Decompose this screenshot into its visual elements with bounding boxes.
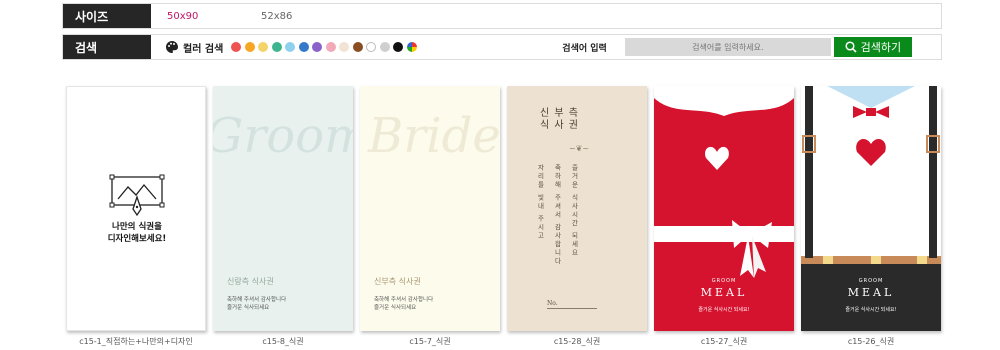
diy-line-2: 디자인해보세요!	[107, 234, 167, 244]
card-message: 즐거운 식사시간 되세요!	[698, 307, 750, 313]
diy-line-1: 나만의 식권을	[112, 222, 162, 232]
template-card-vertical[interactable]: 신 부 측 식 사 권 ~❦~ 자리를 빛내 주시고 축하해 주셔서 감사합니다…	[507, 86, 647, 331]
search-input[interactable]	[624, 38, 831, 56]
card-script-text: Groom	[213, 108, 353, 164]
card-caption[interactable]: c15-27_식권	[649, 336, 799, 347]
ornament-icon: ~❦~	[569, 144, 590, 153]
card-message-col-3: 즐거운 식사시간 되세요	[570, 164, 578, 258]
color-swatch-1[interactable]	[244, 42, 255, 52]
card-number-line: No.	[547, 300, 597, 309]
color-swatch-6[interactable]	[312, 42, 323, 52]
card-caption[interactable]: c15-1_직접하는+나만의+디자인	[61, 336, 211, 347]
color-swatch-4[interactable]	[285, 42, 296, 52]
card-message: 축하해 주셔서 감사합니다 즐거운 식사되세요	[374, 296, 433, 312]
card-message: 자리를 빛내 주시고 축하해 주셔서 감사합니다 즐거운 식사시간 되세요	[535, 164, 579, 266]
card-message-line-1: 축하해 주셔서 감사합니다	[227, 297, 287, 303]
card-message: 즐거운 식사시간 되세요!	[845, 307, 897, 313]
card-title: MEAL	[847, 286, 895, 299]
color-swatch-11[interactable]	[379, 42, 390, 52]
card-caption[interactable]: c15-28_식권	[502, 336, 652, 347]
card-message: 축하해 주셔서 감사합니다 즐거운 식사되세요	[227, 296, 286, 312]
filter-panel: 사이즈 50x90 52x86 검색 컬러 검색 검색어 입력 검색하기	[62, 3, 942, 60]
card-message-line-2: 즐거운 식사되세요	[227, 305, 270, 311]
search-button[interactable]: 검색하기	[833, 37, 912, 57]
search-filter-row: 검색 컬러 검색 검색어 입력 검색하기	[62, 34, 942, 60]
card-message-col-1: 자리를 빛내 주시고	[536, 164, 544, 241]
palette-icon	[166, 41, 178, 53]
size-option-52x86[interactable]: 52x86	[261, 11, 341, 22]
search-icon	[845, 41, 857, 53]
color-swatch-12[interactable]	[393, 42, 404, 52]
color-search-label: 컬러 검색	[183, 43, 224, 55]
card-groom-label: GROOM	[711, 278, 737, 284]
card-title-line-2: 식 사 권	[540, 120, 579, 131]
color-swatch-3[interactable]	[271, 42, 282, 52]
template-card-groom[interactable]: Groom 신랑측 식사권 축하해 주셔서 감사합니다 즐거운 식사되세요	[213, 86, 353, 331]
card-message-line-2: 즐거운 식사되세요	[374, 305, 417, 311]
card-caption[interactable]: c15-7_식권	[355, 336, 505, 347]
color-swatch-0[interactable]	[231, 42, 242, 52]
size-filter-row: 사이즈 50x90 52x86	[62, 3, 942, 29]
card-title-line-1: 신 부 측	[540, 108, 579, 119]
card-caption[interactable]: c15-8_식권	[208, 336, 358, 347]
card-title: 신랑측 식사권	[227, 277, 274, 286]
color-swatch-8[interactable]	[339, 42, 350, 52]
color-swatch-7[interactable]	[325, 42, 336, 52]
color-swatch-2[interactable]	[258, 42, 269, 52]
card-title: 신부측 식사권	[374, 277, 421, 286]
card-title: MEAL	[700, 286, 748, 299]
color-swatch-list	[231, 42, 407, 52]
size-filter-label: 사이즈	[63, 4, 151, 28]
size-option-50x90[interactable]: 50x90	[167, 11, 247, 22]
color-swatch-5[interactable]	[298, 42, 309, 52]
design-edit-icon	[109, 174, 165, 217]
card-caption[interactable]: c15-26_식권	[796, 336, 946, 347]
card-message-col-2: 축하해 주셔서 감사합니다	[553, 164, 561, 266]
search-filter-label: 검색	[63, 35, 151, 59]
card-title: 신 부 측 식 사 권	[540, 108, 579, 132]
diy-text: 나만의 식권을 디자인해보세요!	[67, 221, 205, 245]
color-swatch-multicolor[interactable]	[406, 42, 417, 52]
card-script-text: Bride	[368, 108, 500, 164]
search-button-label: 검색하기	[860, 42, 902, 54]
template-card-red-meal[interactable]: GROOM MEAL 즐거운 식사시간 되세요!	[654, 86, 794, 331]
template-card-bride[interactable]: Bride 신부측 식사권 축하해 주셔서 감사합니다 즐거운 식사되세요	[360, 86, 500, 331]
card-groom-label: GROOM	[858, 278, 884, 284]
color-swatch-10[interactable]	[366, 42, 377, 52]
template-card-diy[interactable]: 나만의 식권을 디자인해보세요!	[66, 86, 206, 331]
template-card-suspenders-meal[interactable]: GROOM MEAL 즐거운 식사시간 되세요!	[801, 86, 941, 331]
card-message-line-1: 축하해 주셔서 감사합니다	[374, 297, 434, 303]
keyword-label: 검색어 입력	[562, 43, 607, 54]
color-swatch-9[interactable]	[352, 42, 363, 52]
